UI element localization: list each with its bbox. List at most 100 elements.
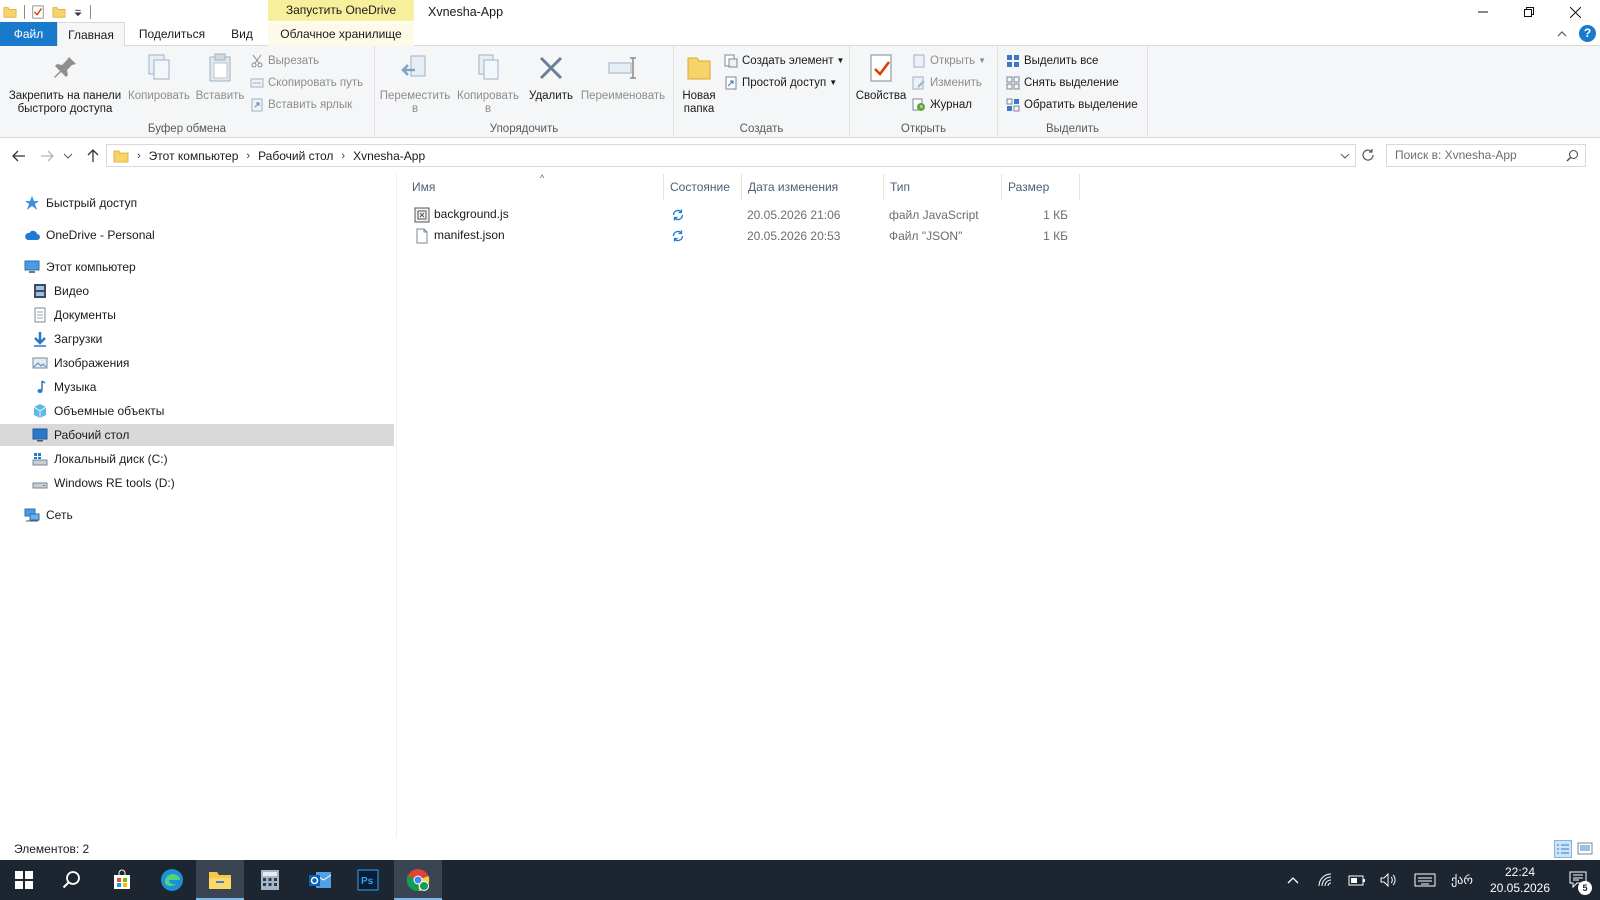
breadcrumb-this-pc[interactable]: Этот компьютер [143,149,245,163]
column-header-size[interactable]: Размер [1002,174,1080,200]
qat-dropdown-icon[interactable] [73,5,83,19]
new-folder-button[interactable]: Новая папка [678,50,720,116]
tab-home[interactable]: Главная [57,22,125,47]
nav-music[interactable]: Музыка [0,376,394,398]
close-button[interactable] [1552,0,1598,24]
clock[interactable]: 22:24 20.05.2026 [1482,864,1558,896]
edit-button[interactable]: Изменить [912,73,982,93]
select-group: Выделить все Снять выделение Обратить вы… [998,46,1148,138]
js-file-icon [414,207,430,223]
breadcrumb-chevron-icon[interactable]: › [244,150,252,162]
action-center-button[interactable]: 5 [1560,860,1598,900]
select-all-icon [1007,55,1019,67]
back-arrow-icon[interactable] [10,147,28,165]
new-item-button[interactable]: Создать элемент ▼ [724,51,844,71]
column-header-name[interactable]: Имя ^ [406,173,664,200]
taskbar-photoshop[interactable]: Ps [344,860,392,900]
select-all-button[interactable]: Выделить все [1006,51,1098,71]
start-button[interactable] [0,860,48,900]
restore-button[interactable] [1506,0,1552,24]
copy-path-button[interactable]: Скопировать путь [250,73,363,93]
nav-downloads[interactable]: Загрузки [0,328,394,350]
tab-cloud-storage[interactable]: Облачное хранилище [268,22,414,46]
pin-label-1: Закрепить на панели [8,90,122,102]
paste-shortcut-button[interactable]: Вставить ярлык [250,95,352,115]
taskbar-outlook[interactable] [296,860,344,900]
nav-3d-objects[interactable]: Объемные объекты [0,400,394,422]
help-button[interactable]: ? [1579,25,1596,42]
nav-onedrive[interactable]: OneDrive - Personal [0,224,394,246]
copy-to-button[interactable]: Копировать в [453,50,523,116]
delete-button[interactable]: Удалить [527,50,575,103]
volume-tray[interactable] [1374,860,1404,900]
taskbar-file-explorer[interactable] [196,860,244,900]
rename-button[interactable]: Переименовать [577,50,669,103]
nav-label: Сеть [46,508,73,522]
breadcrumb-chevron-icon[interactable]: › [339,150,347,162]
file-list: Имя ^ Состояние Дата изменения Тип Разме… [398,173,1600,838]
pane-splitter[interactable] [396,174,397,838]
properties-button[interactable]: Свойства [854,50,908,103]
nav-network[interactable]: Сеть [0,504,394,526]
breadcrumb-chevron-icon[interactable]: › [135,150,143,162]
select-none-button[interactable]: Снять выделение [1006,73,1119,93]
new-folder-icon[interactable] [52,5,66,19]
tab-share[interactable]: Поделиться [131,22,213,46]
taskbar-store[interactable] [98,860,146,900]
collapse-ribbon-icon[interactable] [1554,26,1570,42]
forward-arrow-icon[interactable] [38,147,56,165]
file-type: Файл "JSON" [889,229,963,243]
refresh-icon[interactable] [1360,147,1376,163]
nav-drive-d[interactable]: Windows RE tools (D:) [0,472,394,494]
nav-label: Объемные объекты [54,404,165,418]
touch-keyboard-tray[interactable] [1408,860,1442,900]
taskbar-edge[interactable] [148,860,196,900]
file-row[interactable]: manifest.json 20.05.2026 20:53 Файл "JSO… [406,226,1088,247]
address-dropdown-icon[interactable] [1339,150,1351,162]
breadcrumb-current[interactable]: Xvnesha-App [347,149,431,163]
minimize-button[interactable] [1460,0,1506,24]
paste-button[interactable]: Вставить [192,50,248,103]
taskbar: Ps ქარ 22:24 20.05.2026 5 [0,860,1600,900]
taskbar-chrome[interactable] [394,860,442,900]
easy-access-button[interactable]: Простой доступ ▼ [724,73,837,93]
file-row[interactable]: background.js 20.05.2026 21:06 файл Java… [406,205,1088,226]
nav-documents[interactable]: Документы [0,304,394,326]
folder-icon [3,7,17,18]
copy-button[interactable]: Копировать [126,50,192,103]
nav-this-pc[interactable]: Этот компьютер [0,256,394,278]
pin-quick-access-button[interactable]: Закрепить на панели быстрого доступа [2,50,128,116]
large-icons-view-icon[interactable] [1576,840,1594,858]
network-tray[interactable] [1310,860,1340,900]
details-view-icon[interactable] [1554,840,1572,858]
taskbar-calculator[interactable] [246,860,294,900]
breadcrumb-desktop[interactable]: Рабочий стол [252,149,339,163]
column-header-status[interactable]: Состояние [664,174,742,200]
nav-local-disk-c[interactable]: Локальный диск (C:) [0,448,394,470]
properties-icon[interactable] [31,5,45,19]
keyboard-icon [1414,873,1436,887]
move-to-button[interactable]: Переместить в [379,50,451,116]
open-button[interactable]: Открыть ▼ [912,51,986,71]
column-header-type[interactable]: Тип [884,174,1002,200]
tab-view[interactable]: Вид [222,22,262,46]
column-header-date[interactable]: Дата изменения [742,174,884,200]
search-placeholder: Поиск в: Xvnesha-App [1395,148,1517,162]
show-hidden-icons[interactable] [1280,860,1306,900]
up-arrow-icon[interactable] [84,147,102,165]
history-button[interactable]: Журнал [912,95,972,115]
search-input[interactable]: Поиск в: Xvnesha-App [1386,144,1586,167]
nav-pictures[interactable]: Изображения [0,352,394,374]
battery-tray[interactable] [1342,860,1372,900]
nav-videos[interactable]: Видео [0,280,394,302]
tab-file[interactable]: Файл [0,22,57,46]
recent-locations-icon[interactable] [62,147,74,165]
taskbar-search-button[interactable] [48,860,96,900]
nav-quick-access[interactable]: Быстрый доступ [0,192,394,214]
cut-button[interactable]: Вырезать [250,51,319,71]
nav-label: Загрузки [54,332,103,346]
invert-selection-button[interactable]: Обратить выделение [1006,95,1138,115]
nav-desktop[interactable]: Рабочий стол [0,424,394,446]
address-bar[interactable]: › Этот компьютер › Рабочий стол › Xvnesh… [106,144,1356,167]
language-indicator[interactable]: ქარ [1446,860,1478,900]
